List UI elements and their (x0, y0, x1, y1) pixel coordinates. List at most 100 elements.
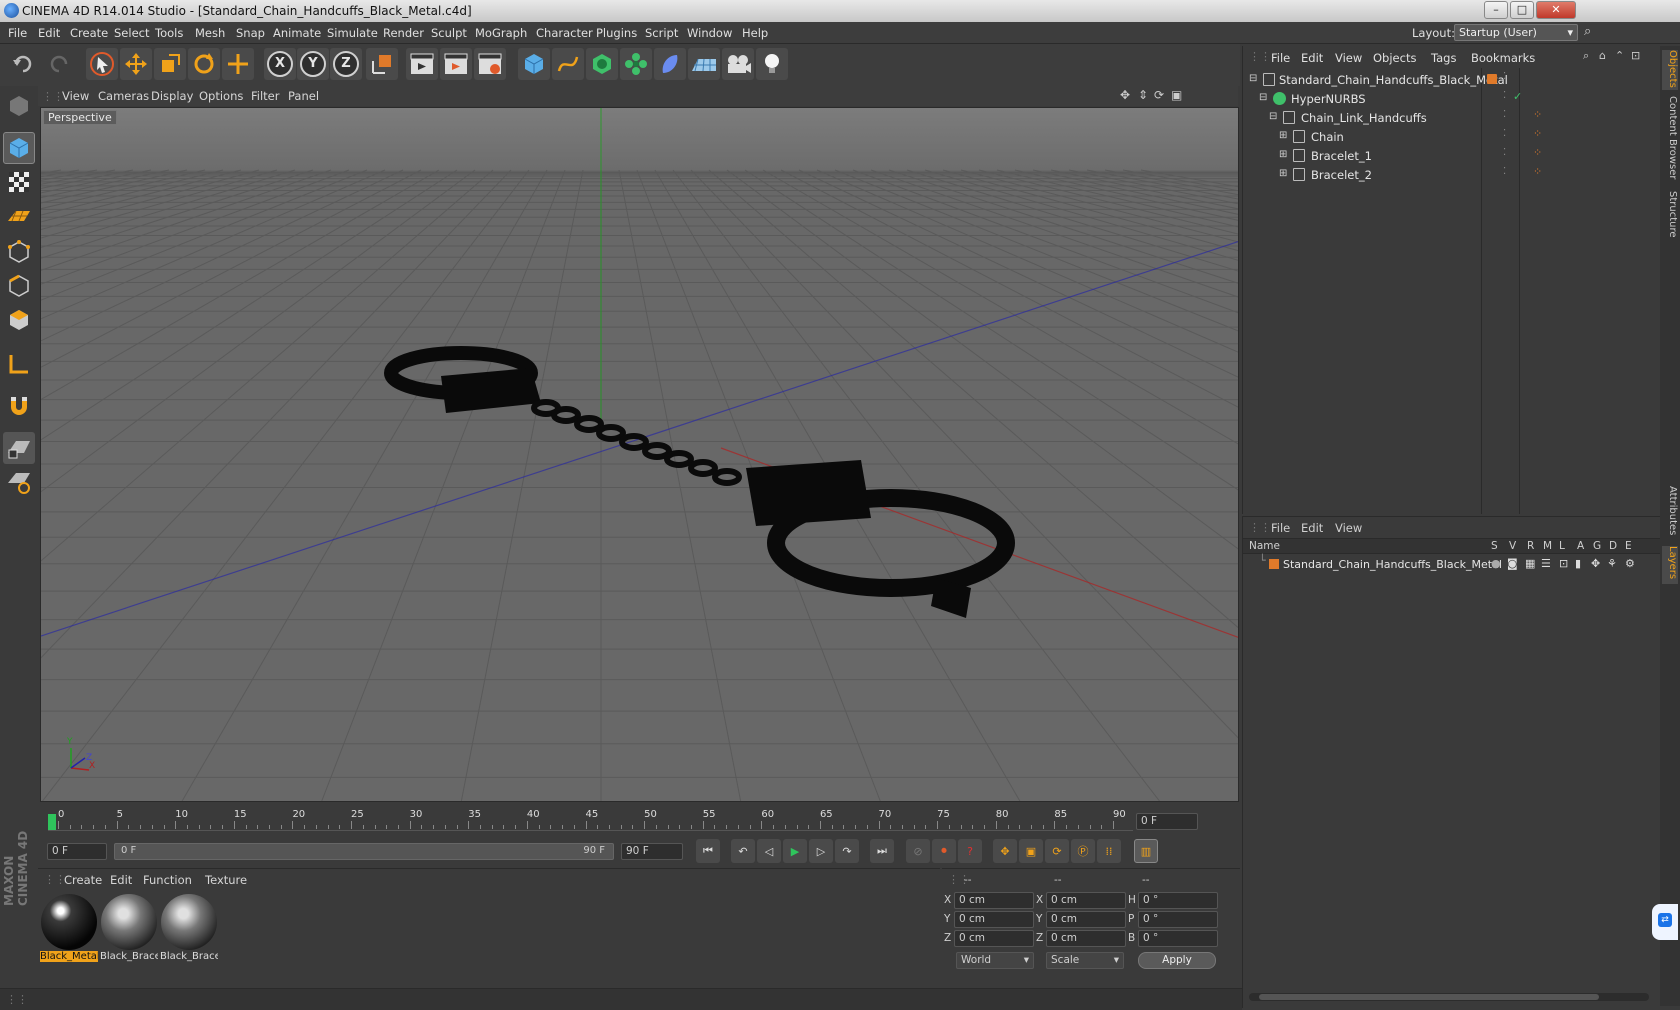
key-scale-button[interactable]: ▣ (1019, 839, 1043, 863)
add-array-button[interactable] (620, 48, 652, 80)
rotate-tool-button[interactable] (188, 48, 220, 80)
minimize-button[interactable]: – (1484, 1, 1508, 19)
add-deformer-button[interactable] (654, 48, 686, 80)
tab-attributes[interactable]: Attributes (1662, 486, 1678, 541)
animation-icon[interactable]: ▮ (1575, 557, 1581, 570)
previous-key-button[interactable]: ↶ (731, 839, 755, 863)
visibility-dots-icon[interactable]: ⁚ (1503, 128, 1506, 139)
key-position-button[interactable]: ✥ (993, 839, 1017, 863)
model-mode-button[interactable] (3, 132, 35, 164)
goto-end-button[interactable]: ⏭ (870, 839, 894, 863)
texture-tag-icon[interactable]: ⁘ (1533, 146, 1542, 159)
pos-y-field[interactable]: 0 cm (954, 911, 1034, 928)
menu-character[interactable]: Character (536, 26, 593, 40)
object-menu-tags[interactable]: Tags (1431, 51, 1456, 65)
add-floor-button[interactable] (688, 48, 720, 80)
viewport-menu-cameras[interactable]: Cameras (98, 89, 149, 103)
snap-toggle-button[interactable] (3, 390, 35, 422)
recent-tool-button[interactable] (222, 48, 254, 80)
viewport-menu-display[interactable]: Display (151, 89, 193, 103)
object-menu-edit[interactable]: Edit (1301, 51, 1323, 65)
add-nurbs-button[interactable] (586, 48, 618, 80)
menu-animate[interactable]: Animate (273, 26, 321, 40)
current-frame-field[interactable]: 0 F (1136, 813, 1198, 830)
object-menu-file[interactable]: File (1271, 51, 1290, 65)
scale-tool-button[interactable] (154, 48, 186, 80)
size-x-field[interactable]: 0 cm (1046, 892, 1126, 909)
object-menu-objects[interactable]: Objects (1373, 51, 1416, 65)
make-editable-button[interactable] (3, 90, 35, 122)
y-axis-lock-button[interactable]: Y (297, 48, 329, 80)
object-row-hypernurbs[interactable]: ⊟ HyperNURBS ⁚ ✓ (1243, 89, 1661, 109)
z-axis-lock-button[interactable]: Z (330, 48, 362, 80)
rot-p-field[interactable]: 0 ° (1138, 911, 1218, 928)
live-selection-button[interactable] (86, 48, 118, 80)
goto-start-button[interactable]: ⏮ (696, 839, 720, 863)
playhead-marker[interactable] (48, 814, 56, 830)
visibility-dots-icon[interactable]: ⁚ (1503, 147, 1506, 158)
size-y-field[interactable]: 0 cm (1046, 911, 1126, 928)
redo-button[interactable] (42, 48, 74, 80)
render-icon[interactable]: ▦ (1525, 557, 1535, 570)
next-frame-button[interactable]: ▷ (809, 839, 833, 863)
record-keys-button[interactable]: ⊘ (906, 839, 930, 863)
viewport-menu-filter[interactable]: Filter (251, 89, 279, 103)
viewport-menu-panel[interactable]: Panel (288, 89, 319, 103)
horizontal-scrollbar[interactable] (1249, 993, 1649, 1001)
pos-z-field[interactable]: 0 cm (954, 930, 1034, 947)
object-row-root[interactable]: ⊟ Standard_Chain_Handcuffs_Black_Metal ⁚ (1243, 70, 1661, 90)
object-row-bracelet-1[interactable]: ⊞ Bracelet_1 ⁚ ⁘ (1243, 146, 1661, 166)
deformer-icon[interactable]: ⚘ (1607, 557, 1617, 570)
pos-x-field[interactable]: 0 cm (954, 892, 1034, 909)
menu-help[interactable]: Help (742, 26, 768, 40)
tab-structure[interactable]: Structure (1662, 191, 1678, 241)
collapse-icon[interactable]: ⊟ (1269, 111, 1277, 122)
scrollbar-thumb[interactable] (1259, 994, 1599, 1000)
menu-script[interactable]: Script (645, 26, 678, 40)
add-cube-button[interactable] (518, 48, 550, 80)
pan-view-icon[interactable]: ✥ (1120, 88, 1130, 102)
apply-button[interactable]: Apply (1138, 952, 1216, 969)
visibility-dots-icon[interactable]: ⁚ (1503, 166, 1506, 177)
visibility-dots-icon[interactable]: ⁚ (1503, 90, 1506, 101)
expand-icon[interactable]: ⊞ (1279, 168, 1287, 179)
manager-icon[interactable]: ☰ (1541, 557, 1551, 570)
tab-objects[interactable]: Objects (1662, 50, 1678, 90)
move-tool-button[interactable] (120, 48, 152, 80)
texture-tag-icon[interactable]: ⁘ (1533, 165, 1542, 178)
add-camera-button[interactable] (722, 48, 754, 80)
coordinate-space-select[interactable]: World ▾ (956, 952, 1034, 969)
menu-mograph[interactable]: MoGraph (475, 26, 527, 40)
frame-range-slider[interactable]: 0 F 90 F (114, 843, 614, 860)
material-swatch-black-bracelet-1[interactable]: Black_Bracelet (100, 893, 158, 965)
render-picture-viewer-button[interactable] (440, 48, 472, 80)
enable-axis-button[interactable] (3, 348, 35, 380)
menu-sculpt[interactable]: Sculpt (431, 26, 467, 40)
workplane-lock-button[interactable] (3, 432, 35, 464)
layer-menu-view[interactable]: View (1335, 521, 1362, 535)
play-button[interactable]: ▶ (783, 839, 807, 863)
menu-plugins[interactable]: Plugins (596, 26, 637, 40)
menu-tools[interactable]: Tools (155, 26, 183, 40)
material-swatch-black-bracelet-2[interactable]: Black_Bracelet (160, 893, 218, 965)
coordinate-system-button[interactable] (366, 48, 398, 80)
expand-icon[interactable]: ⊞ (1279, 130, 1287, 141)
add-light-button[interactable] (756, 48, 788, 80)
workplane-mode-button[interactable] (3, 200, 35, 232)
menu-simulate[interactable]: Simulate (327, 26, 378, 40)
object-row-chain[interactable]: ⊞ Chain ⁚ ⁘ (1243, 127, 1661, 147)
texture-tag-icon[interactable]: ⁘ (1533, 127, 1542, 140)
collapse-icon[interactable]: ⊟ (1259, 92, 1267, 103)
locked-workplane-button[interactable] (3, 466, 35, 498)
menu-window[interactable]: Window (687, 26, 732, 40)
size-z-field[interactable]: 0 cm (1046, 930, 1126, 947)
material-menu-create[interactable]: Create (64, 873, 102, 887)
eye-icon[interactable]: ◙ (1507, 557, 1518, 570)
viewport-menu-options[interactable]: Options (199, 89, 243, 103)
tab-layers[interactable]: Layers (1662, 546, 1678, 584)
menu-select[interactable]: Select (114, 26, 149, 40)
visibility-dots-icon[interactable]: ⁚ (1503, 71, 1506, 82)
menu-snap[interactable]: Snap (236, 26, 265, 40)
visibility-dots-icon[interactable]: ⁚ (1503, 109, 1506, 120)
perspective-viewport[interactable]: Y X Z Perspective (40, 107, 1239, 802)
